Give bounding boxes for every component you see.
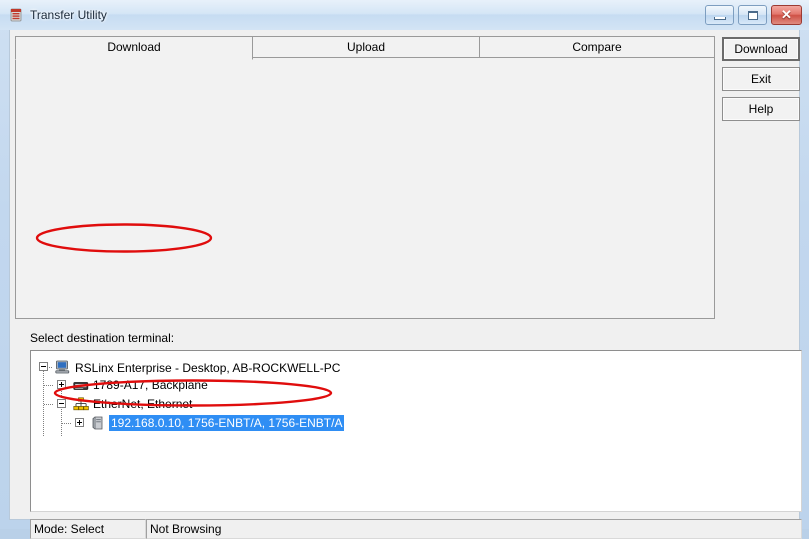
select-destination-terminal-label: Select destination terminal:	[30, 331, 175, 345]
tree-node-label: 192.168.0.10, 1756-ENBT/A, 1756-ENBT/A	[109, 415, 345, 431]
module-icon	[91, 416, 107, 430]
transfer-utility-icon	[8, 7, 24, 23]
computer-icon	[55, 360, 71, 374]
expand-icon[interactable]	[75, 418, 84, 427]
minimize-button[interactable]	[705, 5, 734, 25]
expand-icon[interactable]	[57, 380, 66, 389]
close-icon: ✕	[781, 7, 792, 22]
maximize-button[interactable]	[738, 5, 767, 25]
tree-node-label: 1789-A17, Backplane	[93, 378, 208, 392]
transfer-utility-window: Transfer Utility ✕ Download Upload Compa…	[0, 0, 809, 539]
collapse-icon[interactable]	[57, 399, 66, 408]
close-button[interactable]: ✕	[771, 5, 802, 25]
status-bar: Mode: Select Not Browsing	[30, 519, 802, 539]
help-button[interactable]: Help	[722, 97, 800, 121]
status-browsing: Not Browsing	[146, 519, 802, 539]
download-tab-panel	[15, 57, 715, 319]
status-mode: Mode: Select	[30, 519, 146, 539]
tree-connector	[44, 385, 53, 386]
tab-download[interactable]: Download	[15, 36, 253, 60]
tab-upload[interactable]: Upload	[252, 36, 480, 58]
tree-node-label: EtherNet, Ethernet	[93, 397, 193, 411]
exit-button[interactable]: Exit	[722, 67, 800, 91]
tree-connector	[43, 368, 44, 436]
tree-node-label: RSLinx Enterprise - Desktop, AB-ROCKWELL…	[75, 361, 341, 375]
maximize-icon	[748, 11, 758, 20]
minimize-icon	[714, 17, 726, 20]
backplane-icon	[73, 379, 89, 393]
tree-connector	[44, 404, 53, 405]
destination-terminal-tree[interactable]: RSLinx Enterprise - Desktop, AB-ROCKWELL…	[30, 350, 802, 512]
tree-connector	[61, 386, 62, 436]
tab-compare[interactable]: Compare	[479, 36, 715, 58]
ethernet-icon	[73, 397, 89, 411]
client-area: Download Upload Compare Download Exit He…	[9, 30, 802, 539]
window-title: Transfer Utility	[30, 8, 107, 22]
tree-connector	[62, 423, 71, 424]
collapse-icon[interactable]	[39, 362, 48, 371]
tab-strip: Download Upload Compare	[15, 36, 715, 60]
title-bar: Transfer Utility ✕	[0, 0, 809, 30]
download-button[interactable]: Download	[722, 37, 800, 61]
